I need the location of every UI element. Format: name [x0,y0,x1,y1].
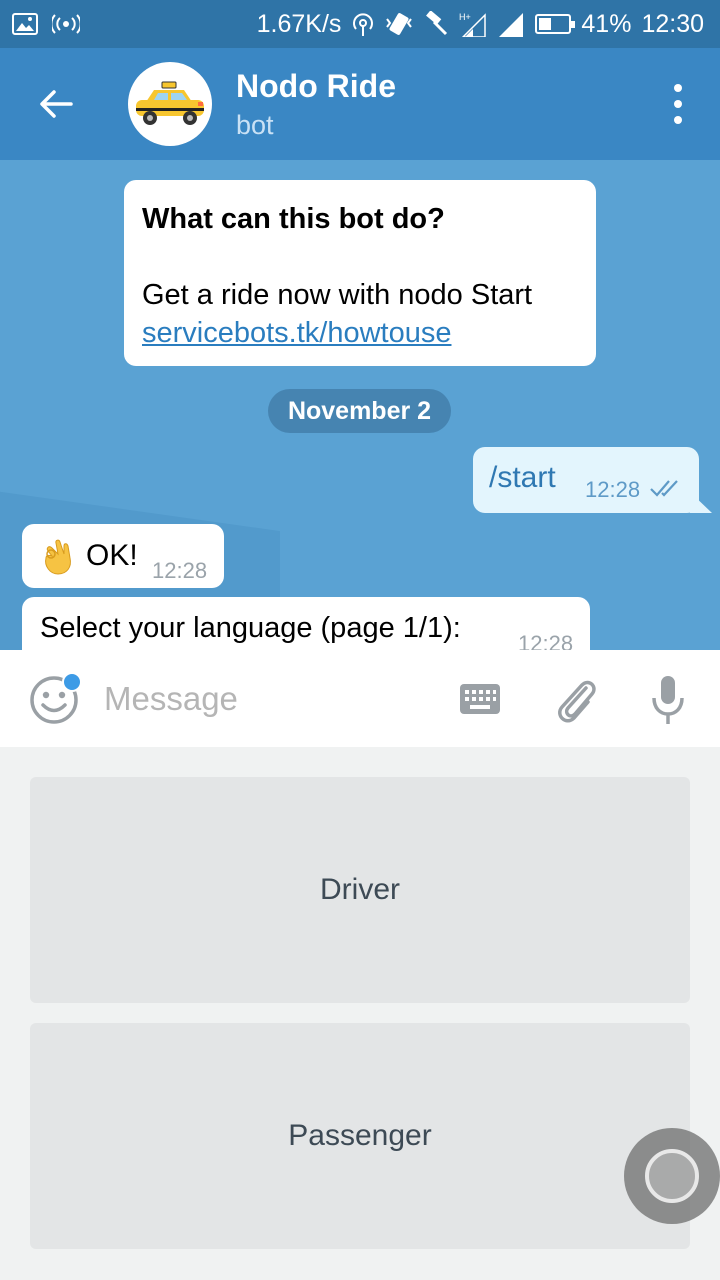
notification-dot [62,672,82,692]
vibrate-icon [386,13,413,35]
bot-keyboard: Driver Passenger [0,747,720,1280]
date-separator: November 2 [268,389,451,433]
bot-info-link[interactable]: servicebots.tk/howtouse [142,314,578,352]
outgoing-message[interactable]: /start 12:28 [473,447,699,513]
battery-level-fill [539,18,551,30]
status-bar: 1.67K/s H+ 41% 12:30 [0,0,720,48]
keyboard-icon[interactable] [458,682,502,716]
chat-title: Nodo Ride [236,68,396,104]
assistive-touch-button[interactable] [624,1128,720,1224]
nfc-icon [353,13,374,36]
double-check-icon [650,480,678,497]
assistive-touch-inner [645,1149,699,1203]
bot-info-description: Get a ride now with nodo Start [142,279,533,311]
arrow-left-icon [40,90,73,118]
bot-info-question: What can this bot do? [142,203,445,235]
battery-icon [535,14,576,34]
svg-text:H+: H+ [459,12,471,22]
hammer-icon [426,11,448,36]
message-time: 12:28 [518,631,574,650]
avatar[interactable] [128,62,212,146]
network-speed: 1.67K/s [256,9,342,38]
image-icon [12,13,38,35]
message-text: /start [489,461,556,494]
message-time: 12:28 [152,558,208,583]
chat-area[interactable]: What can this bot do? Get a ride now wit… [0,160,720,650]
battery-percent: 41% [581,9,632,38]
ok-hand-icon [45,539,71,575]
chat-subtitle: bot [236,110,274,140]
signal-icon [499,13,524,37]
hotspot-icon [52,14,80,34]
message-time: 12:28 [585,477,641,502]
message-input-bar [0,650,720,747]
message-text: Select your language (page 1/1): [40,612,461,644]
message-text: OK! [86,539,138,572]
message-input[interactable] [104,674,424,724]
dot-icon [674,84,682,92]
driver-button[interactable]: Driver [30,777,690,1003]
paperclip-icon[interactable] [552,674,600,726]
signal-h-plus-icon: H+ [459,12,487,37]
chat-header: Nodo Ride bot [0,48,720,160]
microphone-icon[interactable] [650,674,686,726]
back-button[interactable] [30,78,82,130]
dot-icon [674,100,682,108]
taxi-icon [136,81,204,125]
clock: 12:30 [641,9,704,38]
incoming-message[interactable]: Select your language (page 1/1): 12:28 [22,597,590,650]
dot-icon [674,116,682,124]
more-menu-button[interactable] [666,84,690,124]
incoming-message[interactable]: OK! 12:28 [22,524,224,588]
bot-info-card: What can this bot do? Get a ride now wit… [124,180,596,366]
passenger-button[interactable]: Passenger [30,1023,690,1249]
